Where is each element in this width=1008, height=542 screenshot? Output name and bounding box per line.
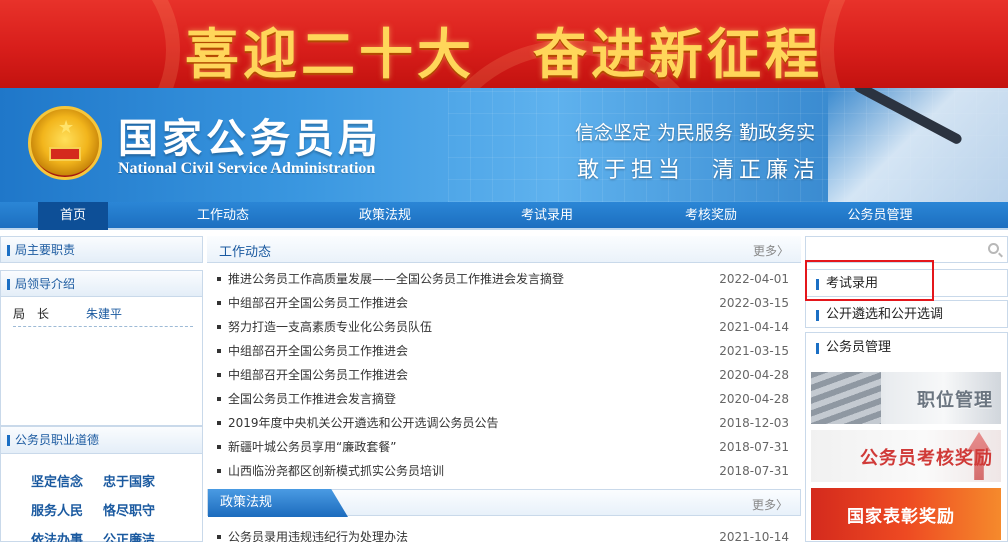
work-news-header: 工作动态 更多〉 xyxy=(207,236,801,263)
leader-row: 局 长 朱建平 xyxy=(13,305,193,327)
document-photo xyxy=(828,88,1008,202)
news-title[interactable]: 全国公务员工作推进会发言摘登 xyxy=(228,387,396,411)
search-icon[interactable] xyxy=(988,243,999,254)
ethics-title[interactable]: 公务员职业道德 xyxy=(1,427,202,454)
news-title[interactable]: 公务员录用违规违纪行为处理办法 xyxy=(228,525,408,542)
bullet-icon xyxy=(217,373,221,377)
ethic-item: 坚定信念 xyxy=(31,475,84,490)
site-header: ★ 国家公务员局 National Civil Service Administ… xyxy=(0,88,1008,202)
position-management-banner[interactable]: 职位管理 xyxy=(811,372,1001,424)
news-title[interactable]: 2019年度中央机关公开遴选和公开选调公务员公告 xyxy=(228,411,499,435)
news-title[interactable]: 新疆叶城公务员享用“廉政套餐” xyxy=(228,435,396,459)
management-panel: 职位管理 公务员考核奖励 国家表彰奖励 xyxy=(805,362,1008,542)
celebration-banner: 喜迎二十大 奋进新征程 xyxy=(0,0,1008,88)
banner-title: 喜迎二十大 奋进新征程 xyxy=(185,23,823,86)
bullet-icon xyxy=(217,445,221,449)
bullet-icon xyxy=(217,349,221,353)
ethic-item: 公正廉洁 xyxy=(103,533,156,542)
news-title[interactable]: 中组部召开全国公务员工作推进会 xyxy=(228,339,408,363)
news-item[interactable]: 全国公务员工作推进会发言摘登 2020-04-28 xyxy=(207,387,801,411)
leaders-title[interactable]: 局领导介绍 xyxy=(1,270,202,297)
news-date: 2020-04-28 xyxy=(719,368,789,382)
org-name-chinese: 国家公务员局 xyxy=(118,115,382,162)
bullet-icon xyxy=(217,469,221,473)
national-commendation-banner[interactable]: 国家表彰奖励 xyxy=(811,488,1001,540)
news-date: 2022-03-15 xyxy=(719,296,789,310)
ethic-item: 服务人民 xyxy=(31,504,84,519)
main-content: 工作动态 更多〉 推进公务员工作高质量发展——全国公务员工作推进会发言摘登 202… xyxy=(207,236,801,542)
news-item[interactable]: 努力打造一支高素质专业化公务员队伍 2021-04-14 xyxy=(207,315,801,339)
more-link[interactable]: 更多〉 xyxy=(752,496,788,513)
bullet-icon xyxy=(217,277,221,281)
bullet-icon xyxy=(217,301,221,305)
news-title[interactable]: 推进公务员工作高质量发展——全国公务员工作推进会发言摘登 xyxy=(228,267,564,291)
news-date: 2020-04-28 xyxy=(719,392,789,406)
bullet-icon xyxy=(217,535,221,539)
slogan-line-1: 信念坚定 为民服务 勤政务实 xyxy=(575,122,816,144)
news-title[interactable]: 努力打造一支高素质专业化公务员队伍 xyxy=(228,315,432,339)
more-link[interactable]: 更多〉 xyxy=(753,242,789,259)
news-item[interactable]: 公务员录用违规违纪行为处理办法 2021-10-14 xyxy=(207,525,801,542)
nav-home[interactable]: 首页 xyxy=(38,202,108,230)
duties-link[interactable]: 局主要职责 xyxy=(0,236,203,263)
leader-role: 局 长 xyxy=(13,307,50,321)
news-date: 2021-04-14 xyxy=(719,320,789,334)
nav-policy[interactable]: 政策法规 xyxy=(340,202,430,230)
selection-link[interactable]: 公开遴选和公开选调 xyxy=(805,300,1008,328)
bullet-icon xyxy=(217,421,221,425)
news-item[interactable]: 中组部召开全国公务员工作推进会 2022-03-15 xyxy=(207,291,801,315)
ethics-panel: 公务员职业道德 坚定信念 忠于国家 服务人民 恪尽职守 依法办事 公正廉洁 xyxy=(0,426,203,542)
search-box xyxy=(805,236,1008,263)
left-sidebar: 局主要职责 局领导介绍 局 长 朱建平 公务员职业道德 坚定信念 忠于国家 服务… xyxy=(0,236,203,542)
news-date: 2022-04-01 xyxy=(719,272,789,286)
news-title[interactable]: 山西临汾尧都区创新模式抓实公务员培训 xyxy=(228,459,444,483)
policy-header: 政策法规 更多〉 xyxy=(207,489,801,517)
ethic-item: 恪尽职守 xyxy=(103,504,156,519)
search-input[interactable] xyxy=(810,240,978,260)
ethic-item: 依法办事 xyxy=(31,533,84,542)
bullet-icon xyxy=(217,397,221,401)
news-item[interactable]: 推进公务员工作高质量发展——全国公务员工作推进会发言摘登 2022-04-01 xyxy=(207,267,801,291)
nav-management[interactable]: 公务员管理 xyxy=(832,202,928,230)
main-nav: 首页 工作动态 政策法规 考试录用 考核奖励 公务员管理 xyxy=(0,202,1008,230)
leader-name[interactable]: 朱建平 xyxy=(86,305,122,322)
national-emblem-icon: ★ xyxy=(28,106,102,180)
nav-assessment[interactable]: 考核奖励 xyxy=(666,202,756,230)
highlight-box xyxy=(805,260,934,301)
section-title[interactable]: 工作动态 xyxy=(219,241,271,260)
news-date: 2018-07-31 xyxy=(719,440,789,454)
news-item[interactable]: 2019年度中央机关公开遴选和公开选调公务员公告 2018-12-03 xyxy=(207,411,801,435)
nav-work-news[interactable]: 工作动态 xyxy=(178,202,268,230)
ethic-item: 忠于国家 xyxy=(103,475,156,490)
nav-exam[interactable]: 考试录用 xyxy=(502,202,592,230)
news-item[interactable]: 中组部召开全国公务员工作推进会 2020-04-28 xyxy=(207,363,801,387)
news-item[interactable]: 山西临汾尧都区创新模式抓实公务员培训 2018-07-31 xyxy=(207,459,801,483)
slogan-line-2: 敢于担当 清正廉洁 xyxy=(577,158,821,183)
section-title[interactable]: 政策法规 xyxy=(208,489,348,517)
news-title[interactable]: 中组部召开全国公务员工作推进会 xyxy=(228,363,408,387)
news-item[interactable]: 中组部召开全国公务员工作推进会 2021-03-15 xyxy=(207,339,801,363)
news-date: 2021-10-14 xyxy=(719,530,789,542)
leaders-panel: 局领导介绍 局 长 朱建平 xyxy=(0,270,203,426)
right-sidebar: 考试录用 公开遴选和公开选调 公务员管理 职位管理 公务员考核奖励 国家表彰奖励 xyxy=(805,236,1008,542)
bullet-icon xyxy=(217,325,221,329)
org-name-english: National Civil Service Administration xyxy=(118,160,376,177)
news-title[interactable]: 中组部召开全国公务员工作推进会 xyxy=(228,291,408,315)
news-date: 2018-07-31 xyxy=(719,464,789,478)
assessment-reward-banner[interactable]: 公务员考核奖励 xyxy=(811,430,1001,482)
news-date: 2018-12-03 xyxy=(719,416,789,430)
management-title: 公务员管理 xyxy=(805,332,1008,362)
news-date: 2021-03-15 xyxy=(719,344,789,358)
news-item[interactable]: 新疆叶城公务员享用“廉政套餐” 2018-07-31 xyxy=(207,435,801,459)
